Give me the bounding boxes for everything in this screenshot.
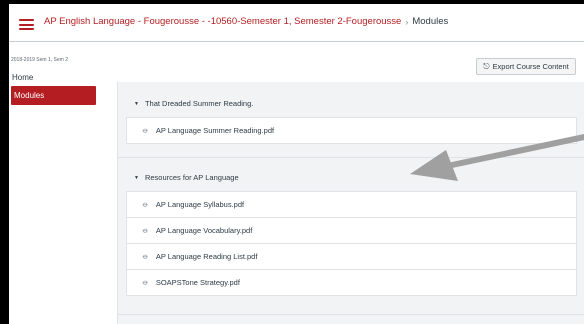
hamburger-menu-icon[interactable] xyxy=(19,19,34,30)
browser-page: AP English Language - Fougerousse - -105… xyxy=(9,4,584,324)
module-title: That Dreaded Summer Reading. xyxy=(144,99,254,108)
module-item-title[interactable]: AP Language Syllabus.pdf xyxy=(156,200,244,209)
module-header[interactable]: ▼ That Dreaded Summer Reading. xyxy=(126,90,577,118)
module-item[interactable]: ⌀ SOAPSTone Strategy.pdf xyxy=(126,270,577,296)
module-item[interactable]: ⌀ AP Language Summer Reading.pdf xyxy=(126,118,577,144)
breadcrumb-separator-icon: › xyxy=(405,16,409,27)
paperclip-icon: ⌀ xyxy=(140,225,151,236)
module-item-title[interactable]: AP Language Vocabulary.pdf xyxy=(156,226,252,235)
export-course-content-button[interactable]: ⎋ Export Course Content xyxy=(476,58,576,75)
export-button-label: Export Course Content xyxy=(492,62,569,71)
collapse-caret-icon[interactable]: ▼ xyxy=(134,101,139,107)
paperclip-icon: ⌀ xyxy=(140,277,151,288)
sidebar-item-home[interactable]: Home xyxy=(12,73,33,82)
breadcrumb-current: Modules xyxy=(412,16,449,27)
module-item-title[interactable]: AP Language Reading List.pdf xyxy=(156,252,258,261)
breadcrumb-course-link[interactable]: AP English Language - Fougerousse - -105… xyxy=(44,16,401,27)
export-icon: ⎋ xyxy=(483,61,490,71)
breadcrumb: AP English Language - Fougerousse - -105… xyxy=(44,16,448,27)
collapse-caret-icon[interactable]: ▼ xyxy=(134,175,139,181)
term-label: 2018-2019 Sem 1, Sem 2 xyxy=(11,57,68,63)
module-divider xyxy=(118,157,584,158)
module-divider xyxy=(118,314,584,315)
module-item[interactable]: ⌀ AP Language Reading List.pdf xyxy=(126,244,577,270)
modules-content: ▼ That Dreaded Summer Reading. ⌀ AP Lang… xyxy=(117,82,584,324)
top-header: AP English Language - Fougerousse - -105… xyxy=(9,4,584,42)
module-item[interactable]: ⌀ AP Language Vocabulary.pdf xyxy=(126,218,577,244)
paperclip-icon: ⌀ xyxy=(140,125,151,136)
module-item[interactable]: ⌀ AP Language Syllabus.pdf xyxy=(126,192,577,218)
module-header[interactable]: ▼ Resources for AP Language xyxy=(126,164,577,192)
module-summer-reading: ▼ That Dreaded Summer Reading. ⌀ AP Lang… xyxy=(126,90,577,144)
module-item-title[interactable]: SOAPSTone Strategy.pdf xyxy=(156,278,240,287)
module-item-title[interactable]: AP Language Summer Reading.pdf xyxy=(156,126,274,135)
module-title: Resources for AP Language xyxy=(144,173,239,182)
paperclip-icon: ⌀ xyxy=(140,199,151,210)
sidebar-item-modules[interactable]: Modules xyxy=(11,86,96,105)
paperclip-icon: ⌀ xyxy=(140,251,151,262)
module-resources: ▼ Resources for AP Language ⌀ AP Languag… xyxy=(126,164,577,296)
